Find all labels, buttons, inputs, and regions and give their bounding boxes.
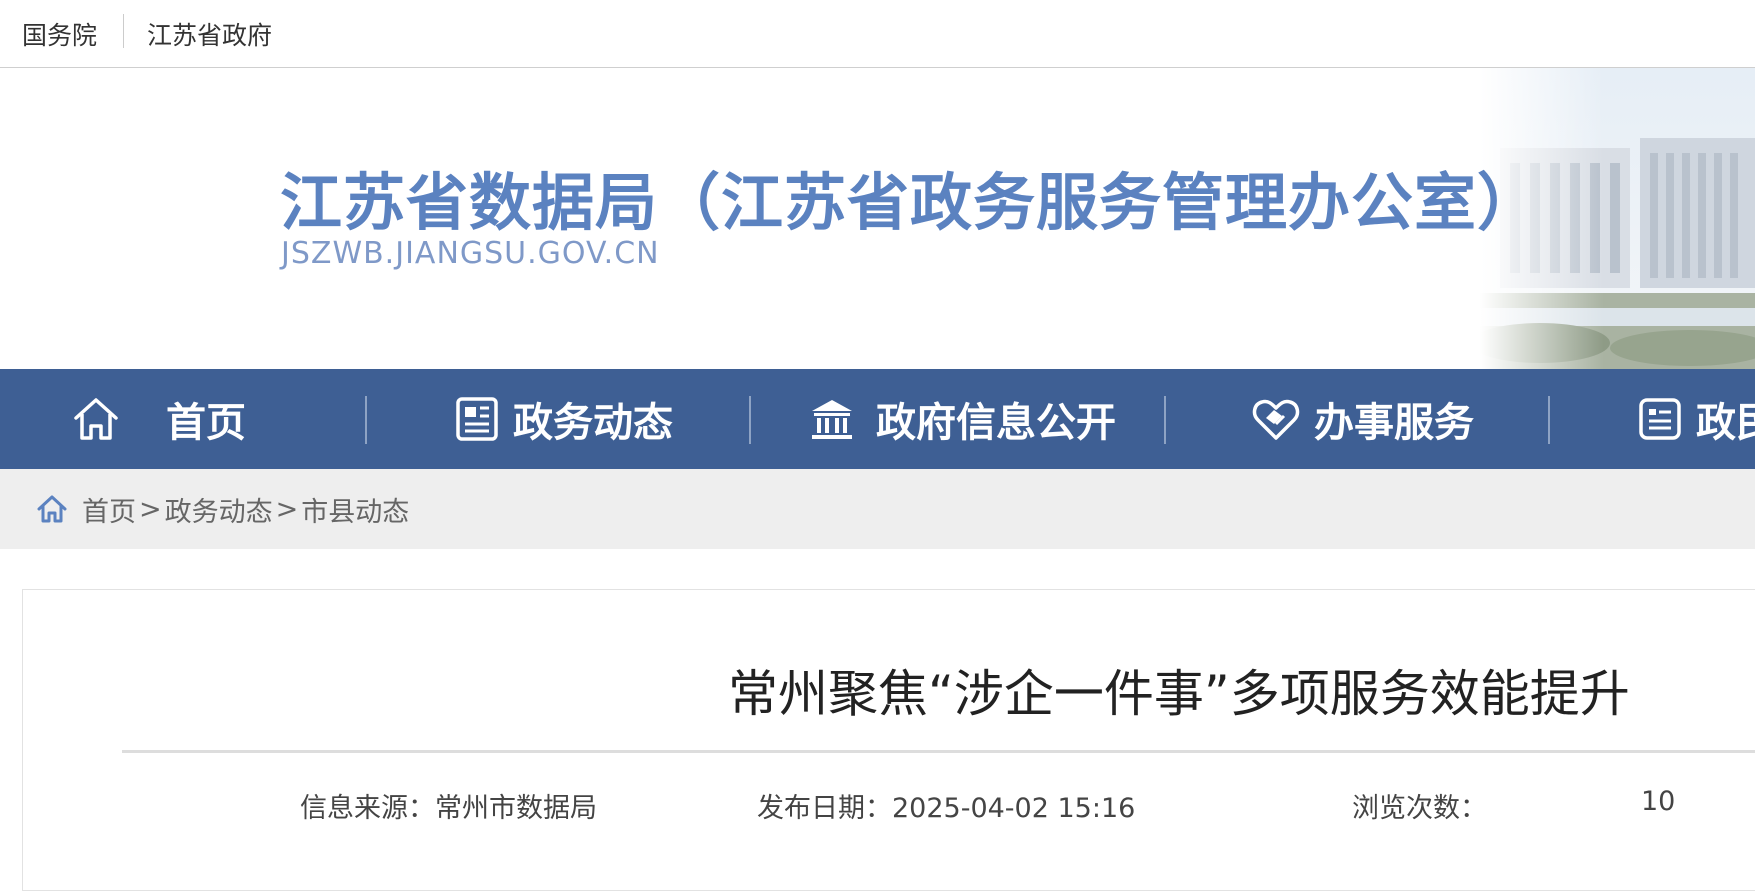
government-building-icon — [812, 400, 852, 439]
nav-divider — [749, 396, 751, 444]
link-jiangsu-government[interactable]: 江苏省政府 — [147, 16, 272, 52]
nav-interaction-label: 政民 — [1696, 400, 1755, 446]
list-document-icon — [1639, 398, 1681, 440]
breadcrumb-home[interactable]: 首页 — [82, 490, 136, 529]
nav-divider — [1548, 396, 1550, 444]
date-label: 发布日期： — [757, 793, 892, 824]
article-date: 发布日期：2025-04-02 15:16 — [757, 786, 1135, 825]
nav-news-label: 政务动态 — [513, 400, 673, 446]
link-state-council[interactable]: 国务院 — [22, 16, 97, 52]
nav-home[interactable]: 首页 — [72, 369, 246, 469]
breadcrumb-bar: 首页 > 政务动态 > 市县动态 — [0, 469, 1755, 549]
main-nav: 首页 政务动态 政府信息公开 办事服务 政 — [0, 369, 1755, 469]
news-icon — [456, 397, 498, 441]
article-container — [22, 589, 1755, 891]
breadcrumb-news[interactable]: 政务动态 — [165, 490, 273, 529]
article-views-label: 浏览次数： — [1352, 793, 1487, 824]
nav-interaction[interactable]: 政民 — [1638, 369, 1755, 469]
nav-info-disclosure[interactable]: 政府信息公开 — [808, 369, 1116, 469]
nav-divider — [1164, 396, 1166, 444]
site-banner: 江苏省数据局（江苏省政务服务管理办公室） JSZWB.JIANGSU.GOV.C… — [0, 68, 1755, 369]
site-domain: JSZWB.JIANGSU.GOV.CN — [281, 236, 660, 271]
breadcrumb-city-news[interactable]: 市县动态 — [301, 490, 409, 529]
home-icon — [74, 398, 118, 440]
nav-info-disclosure-label: 政府信息公开 — [876, 400, 1116, 446]
date-value: 2025-04-02 15:16 — [892, 793, 1136, 824]
breadcrumb-separator: > — [275, 493, 299, 525]
nav-services[interactable]: 办事服务 — [1252, 369, 1474, 469]
breadcrumb-separator: > — [139, 493, 162, 525]
title-divider — [122, 750, 1755, 753]
site-title: 江苏省数据局（江苏省政务服务管理办公室） — [280, 166, 1541, 239]
nav-services-label: 办事服务 — [1314, 400, 1474, 446]
article-title: 常州聚焦“涉企一件事”多项服务效能提升 — [728, 665, 1630, 723]
source-label: 信息来源： — [300, 793, 435, 824]
article-source: 信息来源：常州市数据局 — [300, 786, 597, 825]
handshake-heart-icon — [1252, 399, 1300, 440]
source-value: 常州市数据局 — [435, 793, 597, 824]
top-links-bar: 国务院 江苏省政府 — [0, 0, 1755, 68]
home-icon — [37, 495, 67, 523]
article-views-count: 10 — [1641, 786, 1676, 817]
nav-divider — [365, 396, 367, 444]
nav-news[interactable]: 政务动态 — [455, 369, 673, 469]
top-links-divider — [123, 14, 124, 48]
breadcrumb: 首页 > 政务动态 > 市县动态 — [36, 469, 409, 549]
nav-home-label: 首页 — [166, 400, 246, 446]
